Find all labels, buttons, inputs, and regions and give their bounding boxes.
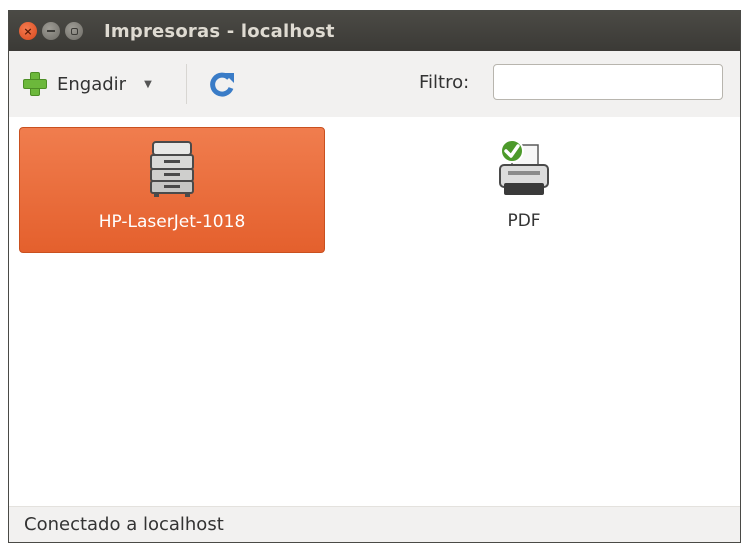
toolbar: Engadir ▼ Filtro: [9, 51, 740, 117]
status-bar: Conectado a localhost [9, 506, 740, 542]
close-icon[interactable]: × [19, 22, 37, 40]
printer-name: PDF [507, 211, 541, 231]
printer-list: HP-LaserJet-1018 PDF [9, 117, 740, 506]
toolbar-separator [185, 64, 187, 104]
dropdown-arrow-icon[interactable]: ▼ [144, 79, 152, 90]
window-title: Impresoras - localhost [104, 20, 335, 42]
printer-item-hp-laserjet[interactable]: HP-LaserJet-1018 [19, 127, 325, 253]
add-label: Engadir [57, 73, 127, 95]
laser-printer-icon [150, 141, 194, 197]
check-icon [500, 139, 524, 163]
title-bar[interactable]: × Impresoras - localhost [9, 11, 740, 51]
printer-name: HP-LaserJet-1018 [98, 212, 246, 232]
maximize-icon[interactable] [65, 22, 83, 40]
add-printer-button[interactable]: Engadir [21, 70, 126, 98]
minimize-icon[interactable] [42, 22, 60, 40]
refresh-icon[interactable] [207, 69, 237, 99]
plus-icon [21, 70, 49, 98]
printer-item-pdf[interactable]: PDF [371, 127, 677, 253]
filter-label: Filtro: [419, 72, 470, 93]
pdf-printer-icon [499, 139, 549, 195]
status-text: Conectado a localhost [24, 514, 224, 535]
filter-input[interactable] [514, 66, 712, 98]
printers-window: × Impresoras - localhost Engadir ▼ Filtr… [8, 10, 741, 543]
filter-field[interactable] [493, 64, 723, 100]
